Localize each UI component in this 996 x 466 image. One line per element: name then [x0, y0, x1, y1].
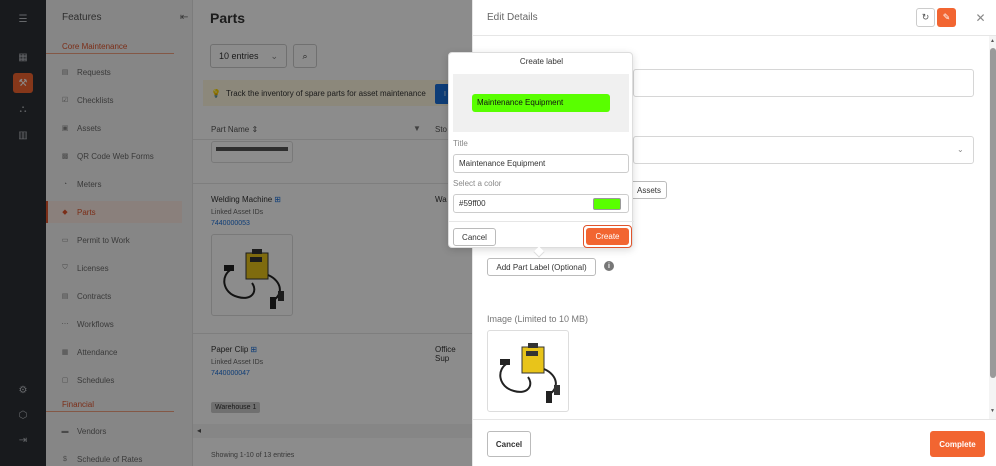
- panel-header: Edit Details ↻ ✎ ✕: [473, 0, 996, 36]
- divider: [449, 221, 634, 222]
- create-label-button[interactable]: Create: [586, 228, 629, 245]
- create-label-popover: Create label Maintenance Equipment Title…: [448, 52, 634, 258]
- scroll-up-icon[interactable]: ▲: [990, 38, 995, 44]
- info-icon[interactable]: i: [604, 261, 614, 271]
- add-part-label-button[interactable]: Add Part Label (Optional): [487, 258, 596, 276]
- edit-button[interactable]: ✎: [937, 8, 956, 27]
- popover-cancel-button[interactable]: Cancel: [453, 228, 496, 246]
- panel-scrollbar[interactable]: ▲ ▼: [989, 36, 996, 419]
- label-preview-chip: Maintenance Equipment: [472, 94, 610, 112]
- label-title-input[interactable]: Maintenance Equipment: [453, 154, 629, 173]
- cancel-button[interactable]: Cancel: [487, 431, 531, 457]
- panel-title: Edit Details: [487, 12, 538, 23]
- category-select[interactable]: [633, 136, 974, 164]
- color-swatch[interactable]: [593, 198, 621, 210]
- label-preview: Maintenance Equipment: [453, 74, 629, 132]
- refresh-button[interactable]: ↻: [916, 8, 935, 27]
- name-field[interactable]: [633, 69, 974, 97]
- scroll-down-icon[interactable]: ▼: [990, 408, 995, 414]
- popover-title: Create label: [519, 57, 564, 66]
- complete-button[interactable]: Complete: [930, 431, 985, 457]
- close-button[interactable]: ✕: [971, 8, 990, 27]
- scrollbar-thumb[interactable]: [990, 48, 996, 378]
- part-image[interactable]: [487, 330, 569, 412]
- title-label: Title: [453, 139, 468, 148]
- chevron-down-icon: ⌄: [957, 145, 964, 154]
- refresh-icon: ↻: [921, 12, 930, 22]
- panel-footer: Cancel Complete: [473, 419, 996, 466]
- image-label: Image (Limited to 10 MB): [487, 314, 589, 324]
- close-icon: ✕: [975, 10, 986, 25]
- color-label: Select a color: [453, 179, 502, 188]
- modal-overlay[interactable]: [0, 0, 472, 466]
- pencil-icon: ✎: [942, 12, 951, 22]
